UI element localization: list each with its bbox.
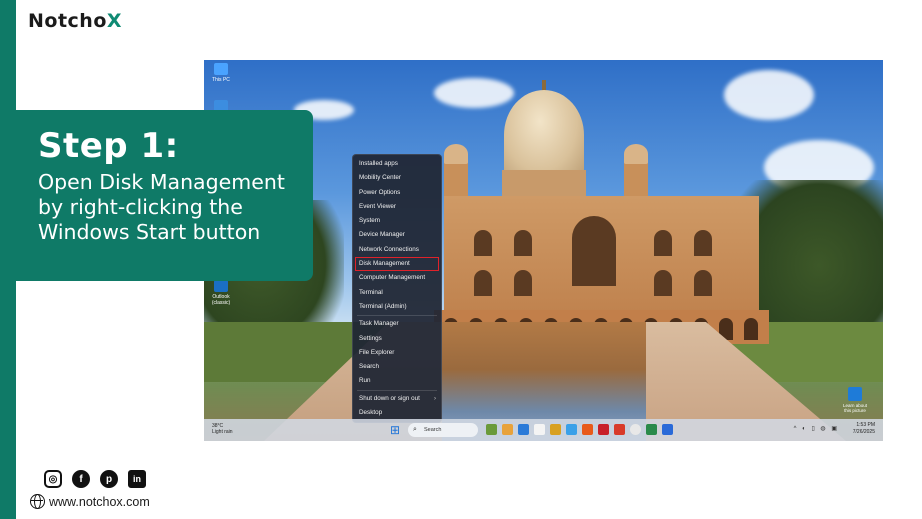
widgets-app-icon[interactable] [486, 424, 497, 435]
facebook-icon[interactable]: f [72, 470, 90, 488]
menu-separator [357, 315, 437, 317]
menu-item-power-options[interactable]: Power Options [353, 186, 441, 200]
menu-item-mobility-center[interactable]: Mobility Center [353, 171, 441, 185]
chevron-right-icon: › [434, 395, 436, 402]
search-icon: ⌕ [413, 426, 417, 433]
weather-widget[interactable]: 38°C Light rain [212, 423, 233, 435]
store-app-icon[interactable] [534, 424, 545, 435]
globe-icon [30, 494, 45, 509]
menu-item-run[interactable]: Run [353, 374, 441, 388]
menu-item-network-connections[interactable]: Network Connections [353, 243, 441, 257]
menu-item-terminal[interactable]: Terminal [353, 286, 441, 300]
social-links: ◎ f p in [44, 470, 146, 488]
edge-app-icon[interactable] [518, 424, 529, 435]
menu-item-device-manager[interactable]: Device Manager [353, 228, 441, 242]
system-tray-icons[interactable]: ^ ◐ ▯ ◍ ▣ [794, 425, 839, 432]
chrome-app-icon[interactable] [630, 424, 641, 435]
blue-app-icon[interactable] [662, 424, 673, 435]
taskbar: 38°C Light rain ⊞ ⌕ Search ^ ◐ ▯ ◍ ▣ 1:5… [204, 419, 883, 441]
start-button-windows-icon[interactable]: ⊞ [390, 424, 402, 436]
outlook-icon[interactable]: Outlook (classic) [206, 280, 236, 306]
taskbar-search-box[interactable]: ⌕ Search [408, 423, 478, 437]
green-app-icon[interactable] [646, 424, 657, 435]
mail-app-icon[interactable] [566, 424, 577, 435]
menu-item-shut-down[interactable]: Shut down or sign out › [353, 392, 441, 406]
firefox-app-icon[interactable] [582, 424, 593, 435]
step-title: Step 1: [38, 126, 179, 166]
menu-item-file-explorer[interactable]: File Explorer [353, 346, 441, 360]
website-url[interactable]: www.notchox.com [49, 495, 150, 509]
notes-app-icon[interactable] [614, 424, 625, 435]
menu-item-terminal-admin[interactable]: Terminal (Admin) [353, 300, 441, 314]
menu-item-system[interactable]: System [353, 214, 441, 228]
winx-context-menu: Installed apps Mobility Center Power Opt… [352, 154, 442, 424]
pinterest-icon[interactable]: p [100, 470, 118, 488]
taskbar-clock[interactable]: 1:53 PM 7/26/2025 [853, 422, 875, 436]
website-link[interactable]: www.notchox.com [30, 494, 150, 509]
notchox-logo: NotchoX [28, 10, 123, 32]
red-app-icon[interactable] [598, 424, 609, 435]
menu-item-disk-management[interactable]: Disk Management [355, 257, 439, 272]
menu-item-task-manager[interactable]: Task Manager [353, 317, 441, 331]
left-accent-strip [0, 0, 16, 519]
menu-item-computer-management[interactable]: Computer Management [353, 271, 441, 285]
linkedin-icon[interactable]: in [128, 470, 146, 488]
folder-app-icon[interactable] [550, 424, 561, 435]
menu-item-settings[interactable]: Settings [353, 332, 441, 346]
step-description: Open Disk Management by right-clicking t… [38, 170, 285, 244]
menu-item-search[interactable]: Search [353, 360, 441, 374]
instagram-icon[interactable]: ◎ [44, 470, 62, 488]
menu-item-installed-apps[interactable]: Installed apps [353, 157, 441, 171]
file-explorer-app-icon[interactable] [502, 424, 513, 435]
menu-item-event-viewer[interactable]: Event Viewer [353, 200, 441, 214]
menu-separator [357, 389, 437, 391]
monument [434, 80, 769, 344]
this-pc-icon[interactable]: This PC [206, 63, 236, 83]
learn-about-picture-icon[interactable]: Learn about this picture [841, 387, 869, 413]
step-callout: Step 1: Open Disk Management by right-cl… [16, 110, 313, 281]
